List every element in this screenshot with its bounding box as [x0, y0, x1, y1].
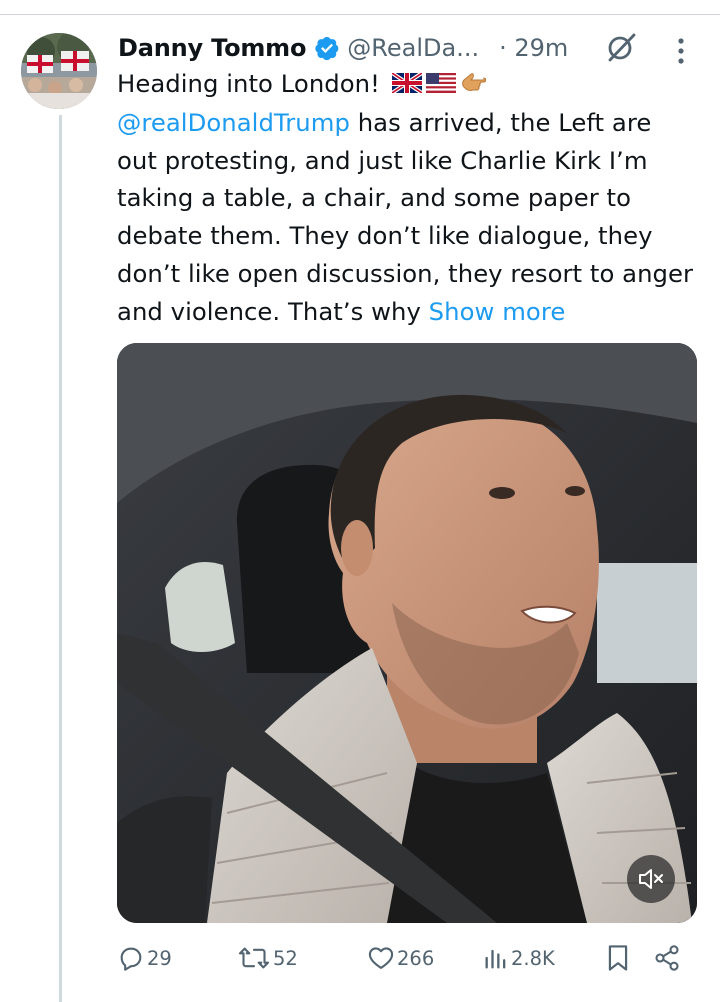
video-frame: [117, 343, 697, 923]
tweet-time[interactable]: · 29m: [499, 34, 568, 62]
views-count: 2.8K: [511, 946, 555, 970]
author-handle[interactable]: @RealDa...: [347, 34, 479, 62]
repost-count: 52: [273, 946, 298, 970]
thread-line: [59, 115, 62, 1002]
share-button[interactable]: [653, 940, 681, 976]
tweet-header: Danny Tommo @RealDa... · 29m: [118, 28, 568, 68]
mute-button[interactable]: [627, 855, 675, 903]
reply-icon: [120, 947, 142, 971]
mention-link[interactable]: @realDonaldTrump: [117, 108, 350, 137]
us-flag-icon: [425, 66, 456, 104]
reply-button[interactable]: 29: [117, 940, 172, 976]
tweet-intro: Heading into London!: [117, 69, 388, 98]
volume-muted-icon: [639, 869, 663, 889]
like-button[interactable]: 266: [367, 940, 434, 976]
tweet-video[interactable]: [117, 343, 697, 923]
reply-count: 29: [147, 946, 172, 970]
author-name[interactable]: Danny Tommo: [118, 34, 306, 62]
tweet-body: has arrived, the Left are out protesting…: [117, 107, 694, 326]
pointing-hand-icon: [460, 66, 487, 104]
bookmark-icon: [608, 945, 628, 971]
views-icon: [485, 949, 506, 969]
repost-button[interactable]: 52: [237, 940, 298, 976]
views-button[interactable]: 2.8K: [483, 940, 555, 976]
verified-badge-icon: [315, 36, 339, 61]
like-count: 266: [397, 946, 435, 970]
bookmark-button[interactable]: [605, 940, 631, 976]
share-icon: [655, 945, 679, 971]
uk-flag-icon: [390, 66, 423, 104]
heart-icon: [368, 947, 394, 969]
grok-icon[interactable]: [604, 30, 638, 64]
top-divider: [0, 14, 720, 15]
show-more-link[interactable]: Show more: [429, 297, 566, 326]
more-vertical-icon[interactable]: [672, 36, 690, 66]
avatar[interactable]: [21, 33, 97, 109]
avatar-image: [21, 33, 97, 109]
tweet-page: Danny Tommo @RealDa... · 29m Heading int…: [0, 0, 720, 1002]
repost-icon: [238, 947, 270, 969]
tweet-text: Heading into London! @realDonaldTrump ha…: [117, 65, 697, 331]
action-bar: 29 52 266 2.8K: [117, 940, 697, 976]
